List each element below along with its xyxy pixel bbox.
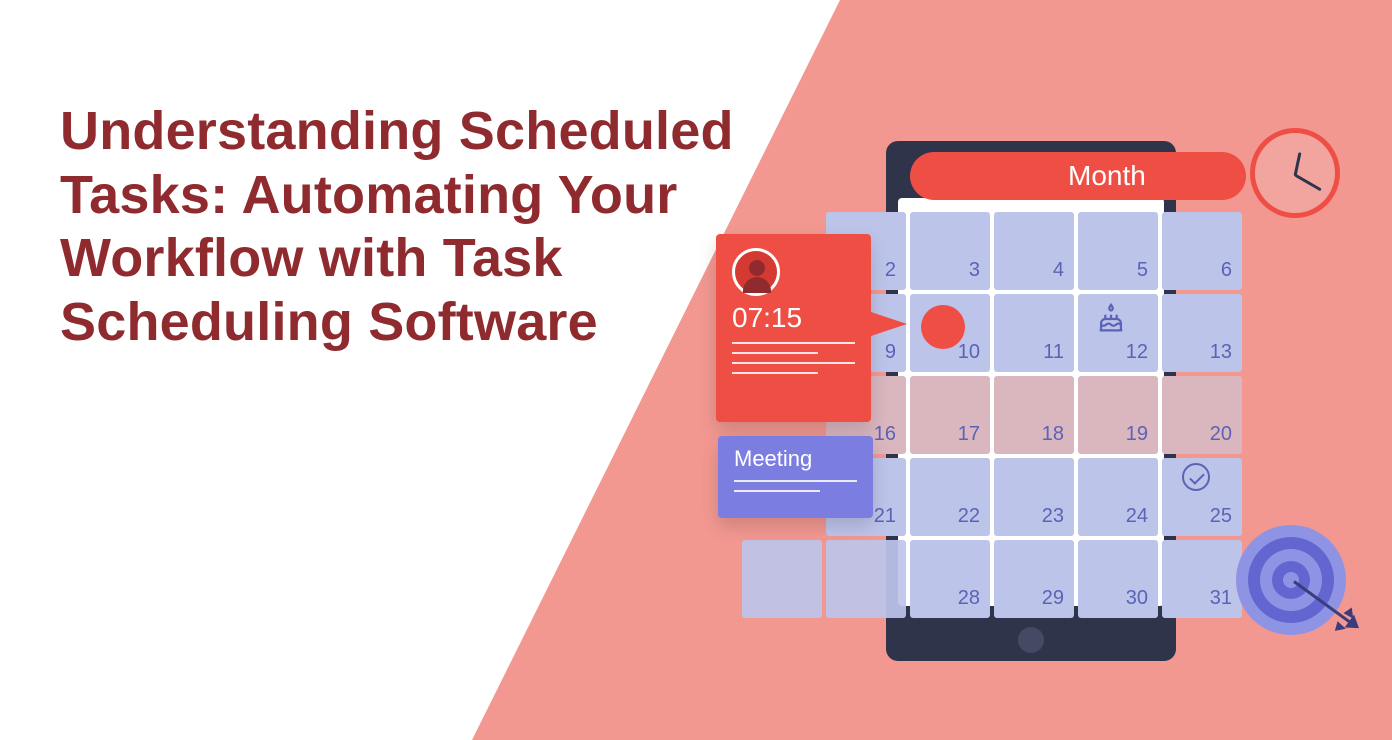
text-line-placeholder: [732, 342, 855, 344]
text-line-placeholder: [732, 362, 855, 364]
text-line-placeholder: [734, 490, 820, 492]
calendar-cell: [742, 540, 822, 618]
calendar-cell: 3: [910, 212, 990, 290]
calendar-cell: [826, 540, 906, 618]
calendar-cell: 29: [994, 540, 1074, 618]
calendar-cell: 28: [910, 540, 990, 618]
meeting-label: Meeting: [734, 446, 857, 472]
calendar-cell: 22: [910, 458, 990, 536]
calendar-cell: 23: [994, 458, 1074, 536]
calendar-cell: 31: [1162, 540, 1242, 618]
calendar-cell: 11: [994, 294, 1074, 372]
calendar-cell: 5: [1078, 212, 1158, 290]
calendar-cell: 24: [1078, 458, 1158, 536]
calendar-cell: 17: [910, 376, 990, 454]
speech-pointer: [871, 312, 907, 336]
calendar-cell: 4: [994, 212, 1074, 290]
check-icon: [1182, 463, 1210, 491]
calendar-cell: 19: [1078, 376, 1158, 454]
calendar-cell: 30: [1078, 540, 1158, 618]
event-card: 07:15: [716, 234, 871, 422]
tablet-home-button: [1018, 627, 1044, 653]
meeting-card: Meeting: [718, 436, 873, 518]
event-marker-dot: [921, 305, 965, 349]
month-pill: Month: [910, 152, 1246, 200]
page-title: Understanding Scheduled Tasks: Automatin…: [60, 100, 760, 355]
month-label: Month: [1068, 160, 1146, 192]
calendar-cell: 6: [1162, 212, 1242, 290]
calendar-cell: 18: [994, 376, 1074, 454]
clock-icon: [1250, 128, 1340, 218]
calendar-cell: 20: [1162, 376, 1242, 454]
avatar-icon: [732, 248, 780, 296]
text-line-placeholder: [734, 480, 857, 482]
text-line-placeholder: [732, 352, 818, 354]
text-line-placeholder: [732, 372, 818, 374]
event-time: 07:15: [732, 302, 855, 334]
cake-icon: [1094, 302, 1128, 341]
target-icon: [1236, 525, 1346, 635]
calendar-cell: 13: [1162, 294, 1242, 372]
